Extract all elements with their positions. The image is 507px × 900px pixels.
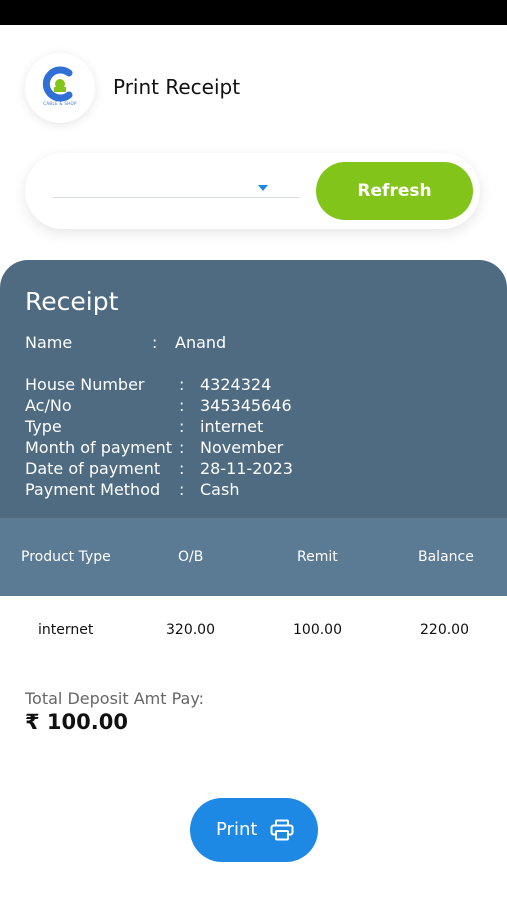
page-title: Print Receipt bbox=[113, 75, 241, 99]
field-label: Date of payment bbox=[25, 459, 161, 478]
field-separator: : bbox=[179, 480, 185, 499]
column-header-remit: Remit bbox=[297, 549, 338, 565]
print-button[interactable]: Print bbox=[190, 798, 318, 862]
app-header: CABLE & SHOP Print Receipt bbox=[0, 25, 507, 145]
field-separator: : bbox=[179, 396, 185, 415]
field-label: Ac/No bbox=[25, 396, 72, 415]
name-value: Anand bbox=[175, 333, 227, 352]
deposit-amount: ₹ 100.00 bbox=[25, 710, 128, 734]
field-label: Payment Method bbox=[25, 480, 161, 499]
table-header: Product Type O/B Remit Balance bbox=[0, 518, 507, 596]
field-value: November bbox=[200, 438, 284, 457]
cell-balance: 220.00 bbox=[420, 622, 469, 638]
logo-icon bbox=[42, 66, 73, 102]
field-value: internet bbox=[200, 417, 264, 436]
refresh-button[interactable]: Refresh bbox=[316, 162, 473, 220]
field-value: 345345646 bbox=[200, 396, 292, 415]
status-bar bbox=[0, 0, 507, 25]
field-value: 28-11-2023 bbox=[200, 459, 293, 478]
filter-card: Refresh bbox=[25, 153, 480, 229]
app-logo: CABLE & SHOP bbox=[25, 53, 95, 123]
name-separator: : bbox=[152, 333, 158, 352]
field-separator: : bbox=[179, 438, 185, 457]
field-label: Type bbox=[25, 417, 62, 436]
print-label: Print bbox=[216, 819, 258, 840]
field-label: House Number bbox=[25, 375, 145, 394]
field-label: Month of payment bbox=[25, 438, 173, 457]
cell-ob: 320.00 bbox=[166, 622, 215, 638]
receipt-title: Receipt bbox=[25, 287, 119, 316]
field-value: Cash bbox=[200, 480, 240, 499]
field-value: 4324324 bbox=[200, 375, 272, 394]
column-header-ob: O/B bbox=[178, 549, 204, 565]
field-separator: : bbox=[179, 375, 185, 394]
chevron-down-icon[interactable] bbox=[258, 185, 268, 191]
account-dropdown[interactable] bbox=[53, 177, 300, 198]
table-row: internet 320.00 100.00 220.00 bbox=[0, 596, 507, 664]
field-separator: : bbox=[179, 417, 185, 436]
receipt-panel: Receipt Name : Anand House Number : 4324… bbox=[0, 260, 507, 520]
cell-product-type: internet bbox=[38, 622, 94, 638]
logo-caption: CABLE & SHOP bbox=[43, 101, 77, 106]
column-header-balance: Balance bbox=[418, 549, 474, 565]
name-label: Name bbox=[25, 333, 73, 352]
field-separator: : bbox=[179, 459, 185, 478]
cell-remit: 100.00 bbox=[293, 622, 342, 638]
deposit-label: Total Deposit Amt Pay: bbox=[25, 689, 205, 708]
printer-icon bbox=[270, 819, 294, 841]
column-header-product-type: Product Type bbox=[21, 549, 111, 565]
